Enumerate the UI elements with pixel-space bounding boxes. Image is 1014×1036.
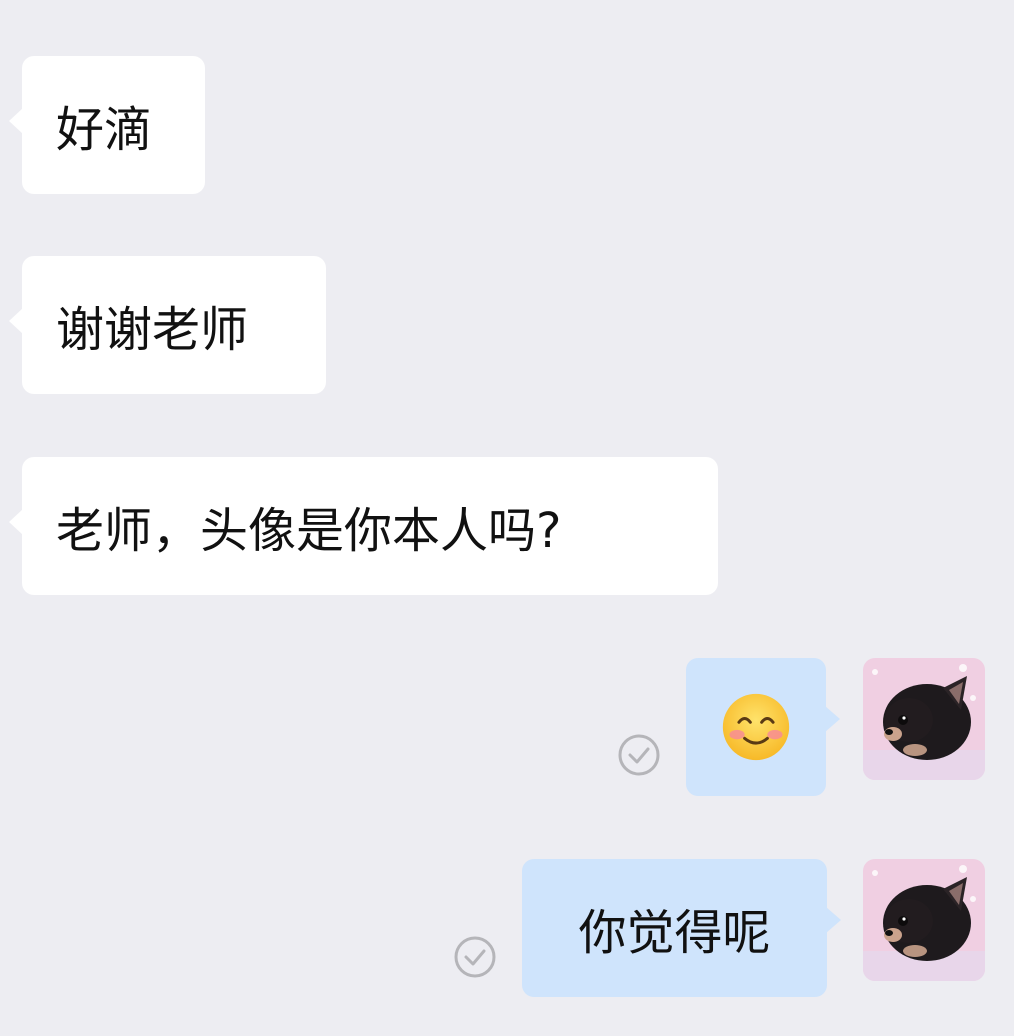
avatar[interactable] — [863, 658, 985, 780]
avatar[interactable] — [863, 859, 985, 981]
incoming-message-bubble[interactable]: 老师，头像是你本人吗? — [9, 457, 718, 595]
incoming-message-bubble[interactable]: 谢谢老师 — [9, 256, 326, 394]
message-text: 谢谢老师 — [56, 302, 249, 358]
message-text: 你觉得呢 — [578, 905, 771, 961]
message-text: 好滴 — [56, 102, 153, 158]
read-check-icon — [618, 734, 660, 776]
incoming-message-bubble[interactable]: 好滴 — [9, 56, 205, 194]
chihuahua-puppy-avatar-icon — [863, 658, 985, 780]
outgoing-message-bubble[interactable]: 你觉得呢 — [522, 859, 841, 997]
chat-view: 好滴 谢谢老师 老师，头像是你本人吗? 你觉得呢 — [0, 0, 1014, 1036]
smiling-face-emoji-icon — [722, 693, 790, 761]
outgoing-emoji-bubble[interactable] — [686, 658, 840, 796]
message-text: 老师，头像是你本人吗? — [56, 503, 562, 559]
read-check-icon — [454, 936, 496, 978]
chihuahua-puppy-avatar-icon — [863, 859, 985, 981]
